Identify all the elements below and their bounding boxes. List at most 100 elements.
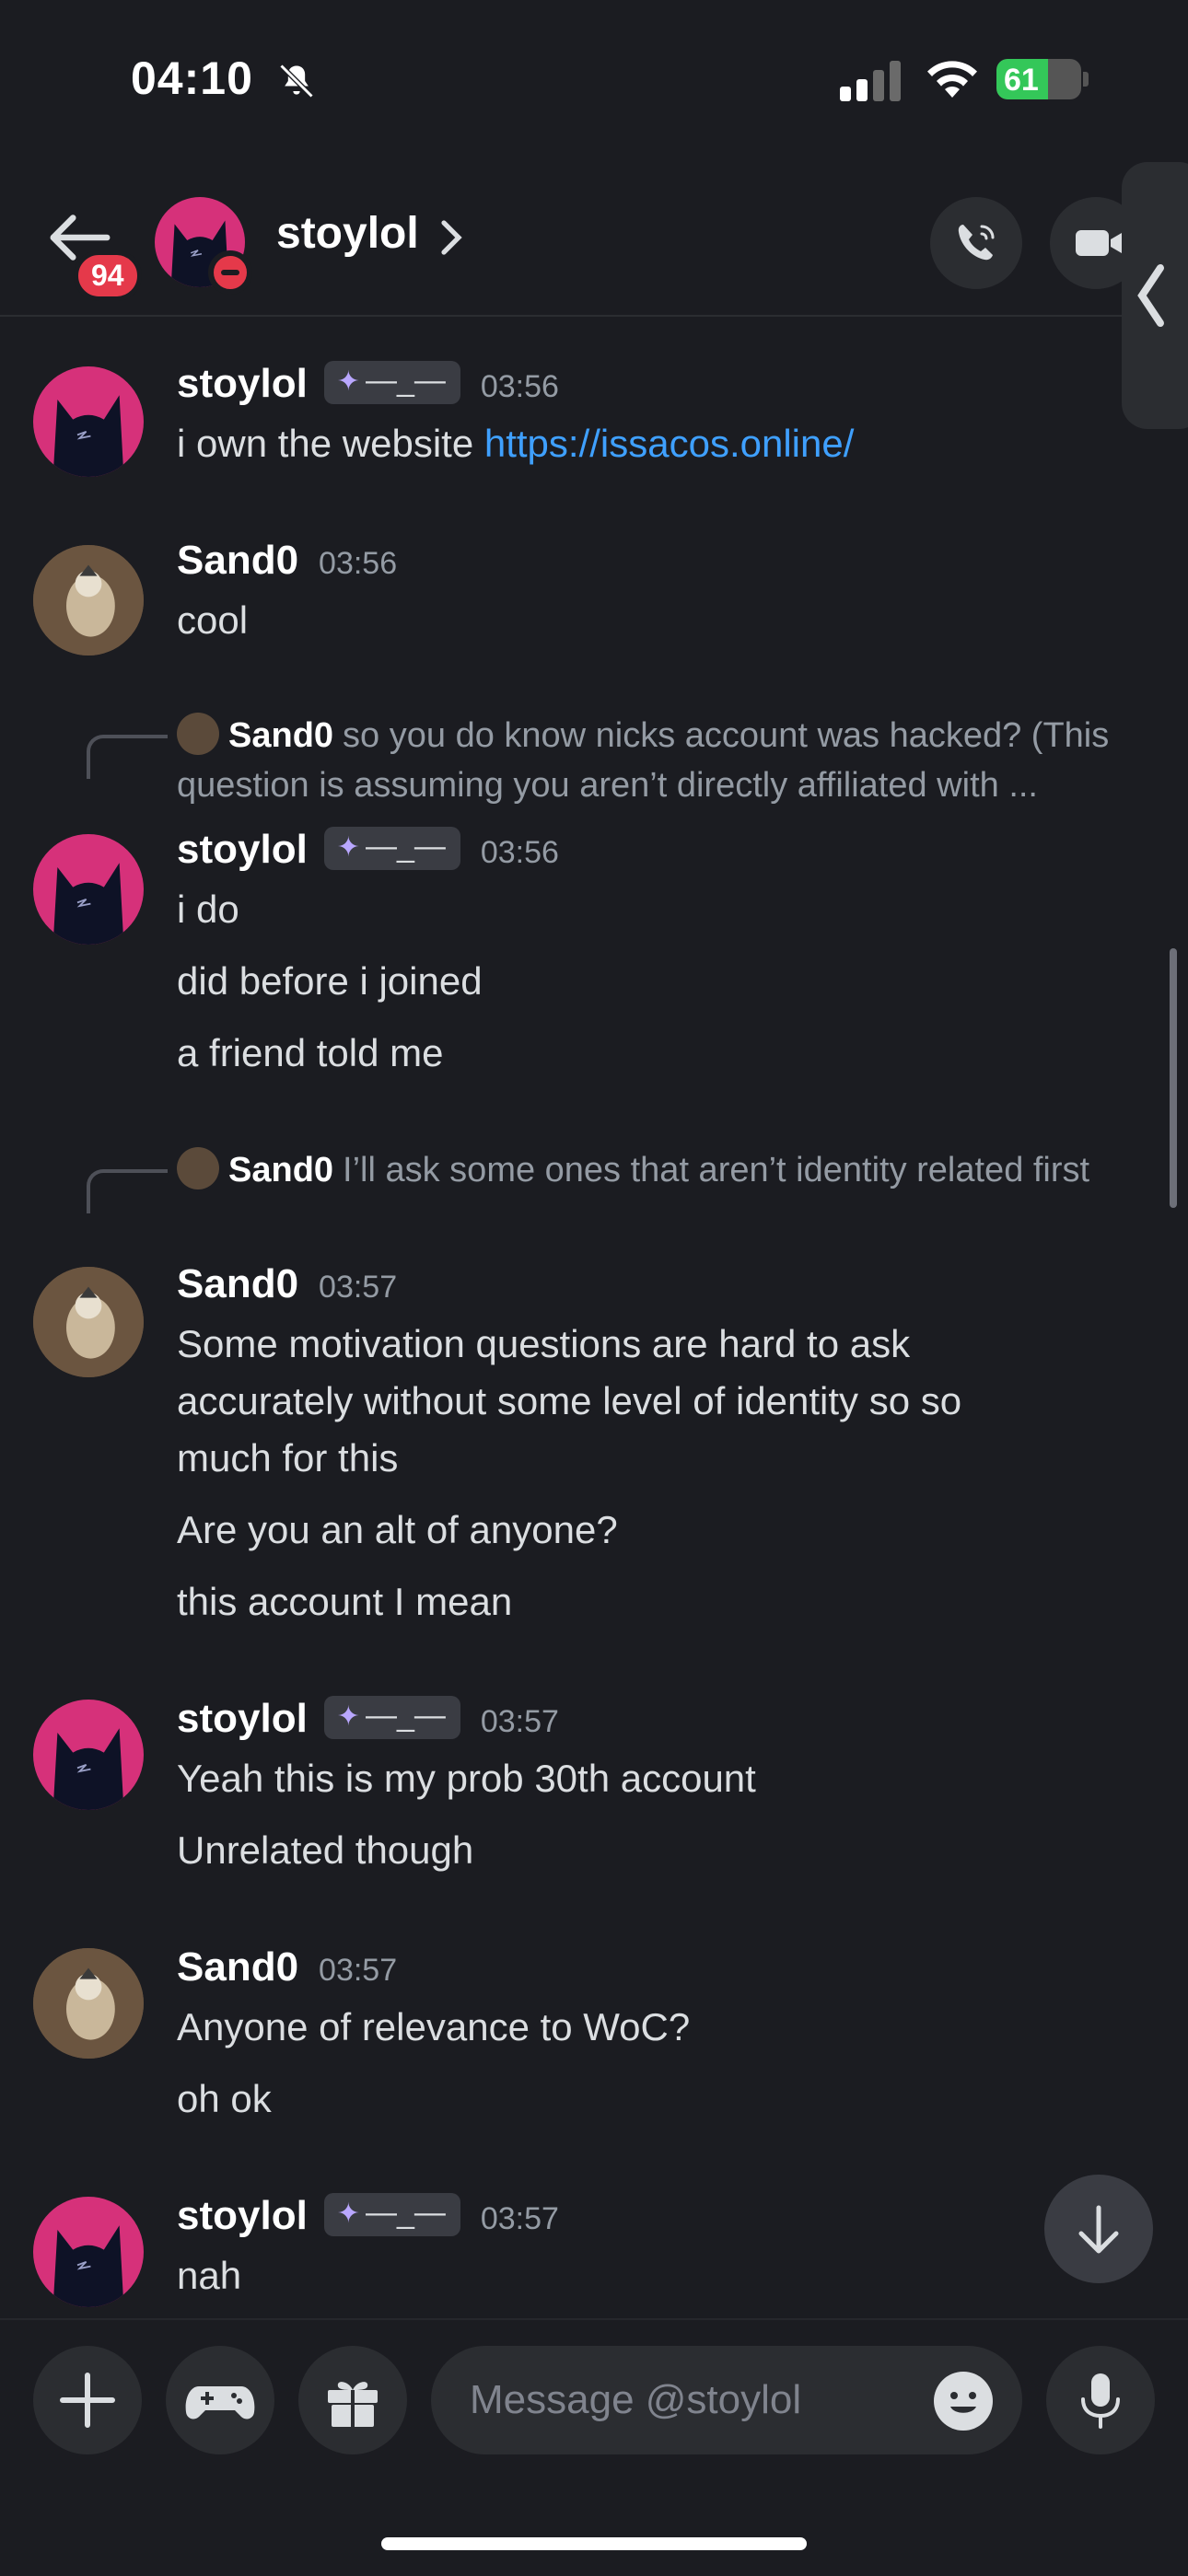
message-line: i own the website	[177, 422, 484, 465]
bird-avatar-art	[33, 1948, 144, 2059]
message-list[interactable]: stoylol ✦ —_— 03:56 i own the website https…	[0, 319, 1188, 2318]
dm-header: 94 stoylol	[0, 175, 1188, 317]
message-text: nah	[177, 2254, 242, 2297]
message-text: i own the website https://issacos.online…	[177, 422, 854, 466]
user-avatar[interactable]	[33, 2197, 144, 2307]
reply-preview[interactable]: Sand0 I’ll ask some ones that aren’t iden…	[177, 1145, 1162, 1195]
tag-label: —_—	[365, 362, 446, 398]
reply-author: Sand0	[228, 716, 334, 755]
phone-icon	[958, 225, 995, 261]
message-text: i do	[177, 888, 239, 931]
message-link[interactable]: https://issacos.online/	[484, 422, 855, 465]
battery-percent: 61	[1004, 63, 1039, 98]
server-tag[interactable]: ✦ —_—	[323, 826, 460, 870]
message-text: much for this	[177, 1436, 399, 1479]
add-attachment-button[interactable]	[33, 2346, 142, 2454]
message-author[interactable]: stoylol ✦ —_— 03:56	[177, 826, 559, 874]
author-name[interactable]: stoylol	[177, 1696, 308, 1741]
arrow-down-icon	[1078, 2205, 1119, 2254]
user-avatar[interactable]	[33, 834, 144, 945]
message-author[interactable]: Sand0 03:57	[177, 1261, 397, 1307]
reply-connector	[87, 1169, 168, 1213]
message-text: Are you an alt of anyone?	[177, 1508, 618, 1551]
tag-label: —_—	[365, 1697, 446, 1733]
message-timestamp: 03:56	[319, 546, 398, 581]
reply-text: I’ll ask some ones that aren’t identity …	[343, 1151, 1090, 1189]
message-author[interactable]: Sand0 03:56	[177, 538, 397, 584]
tag-label: —_—	[365, 2194, 446, 2230]
tag-star-icon: ✦	[336, 1700, 360, 1732]
emoji-icon[interactable]	[932, 2370, 995, 2432]
user-avatar[interactable]	[33, 1267, 144, 1377]
status-time: 04:10	[131, 52, 253, 104]
message-text: Anyone of relevance to WoC?	[177, 2005, 691, 2048]
microphone-icon	[1081, 2373, 1120, 2429]
message-author[interactable]: stoylol ✦ —_— 03:57	[177, 2192, 559, 2240]
author-name[interactable]: Sand0	[177, 1261, 298, 1306]
user-avatar[interactable]	[33, 1700, 144, 1810]
message-text: oh ok	[177, 2077, 272, 2120]
cat-avatar-art	[52, 863, 124, 945]
signal-icon	[840, 61, 901, 101]
author-name[interactable]: Sand0	[177, 538, 298, 583]
gift-icon	[328, 2382, 378, 2427]
message-text: cool	[177, 598, 249, 642]
user-avatar[interactable]	[33, 545, 144, 656]
cat-avatar-art	[52, 395, 124, 477]
jump-to-present-button[interactable]	[1044, 2175, 1153, 2283]
message-text: accurately without some level of identit…	[177, 1379, 962, 1422]
wifi-icon	[927, 61, 977, 98]
message-text: Some motivation questions are hard to as…	[177, 1322, 911, 1365]
bell-slash-icon	[279, 64, 314, 99]
author-name[interactable]: stoylol	[177, 361, 308, 406]
voice-call-button[interactable]	[930, 197, 1022, 289]
message-text: did before i joined	[177, 959, 483, 1003]
user-avatar[interactable]	[33, 1948, 144, 2059]
dnd-status-icon	[208, 250, 252, 295]
bird-avatar-art	[33, 1267, 144, 1377]
server-tag[interactable]: ✦ —_—	[323, 2192, 460, 2236]
battery-icon: 61	[996, 59, 1081, 99]
tag-star-icon: ✦	[336, 831, 360, 863]
gift-button[interactable]	[298, 2346, 407, 2454]
message-timestamp: 03:57	[480, 2201, 559, 2236]
reply-author: Sand0	[228, 1151, 334, 1189]
message-text: a friend told me	[177, 1031, 444, 1074]
tag-label: —_—	[365, 828, 446, 864]
tag-star-icon: ✦	[336, 2198, 360, 2229]
tag-star-icon: ✦	[336, 366, 360, 397]
message-text: Yeah this is my prob 30th account	[177, 1757, 756, 1800]
plus-icon	[60, 2373, 115, 2428]
reply-preview[interactable]: Sand0 so you do know nicks account was ha…	[177, 711, 1162, 810]
reply-avatar	[177, 1146, 219, 1189]
reply-avatar	[177, 712, 219, 755]
channel-name[interactable]: stoylol	[276, 208, 419, 259]
message-text: this account I mean	[177, 1580, 513, 1623]
author-name[interactable]: stoylol	[177, 2193, 308, 2238]
home-indicator	[381, 2537, 807, 2550]
chevron-right-icon[interactable]	[440, 219, 462, 256]
message-author[interactable]: stoylol ✦ —_— 03:56	[177, 360, 559, 408]
author-name[interactable]: Sand0	[177, 1944, 298, 1990]
message-author[interactable]: stoylol ✦ —_— 03:57	[177, 1695, 559, 1743]
voice-message-button[interactable]	[1046, 2346, 1155, 2454]
server-tag[interactable]: ✦ —_—	[323, 1695, 460, 1739]
user-avatar[interactable]	[33, 366, 144, 477]
message-timestamp: 03:57	[480, 1704, 559, 1739]
message-timestamp: 03:56	[480, 835, 559, 870]
battery-tip	[1083, 72, 1089, 87]
gamepad-icon	[185, 2386, 255, 2419]
message-timestamp: 03:56	[480, 369, 559, 404]
cat-avatar-art	[52, 1728, 124, 1810]
scrollbar-thumb[interactable]	[1170, 948, 1177, 1208]
message-author[interactable]: Sand0 03:57	[177, 1944, 397, 1990]
message-text: Unrelated though	[177, 1828, 474, 1872]
status-bar: 04:10 61	[0, 0, 1188, 157]
server-tag[interactable]: ✦ —_—	[323, 360, 460, 404]
activities-button[interactable]	[166, 2346, 274, 2454]
author-name[interactable]: stoylol	[177, 827, 308, 872]
unread-badge: 94	[74, 250, 142, 301]
bird-avatar-art	[33, 545, 144, 656]
message-timestamp: 03:57	[319, 1270, 398, 1305]
cat-avatar-art	[52, 2225, 124, 2307]
